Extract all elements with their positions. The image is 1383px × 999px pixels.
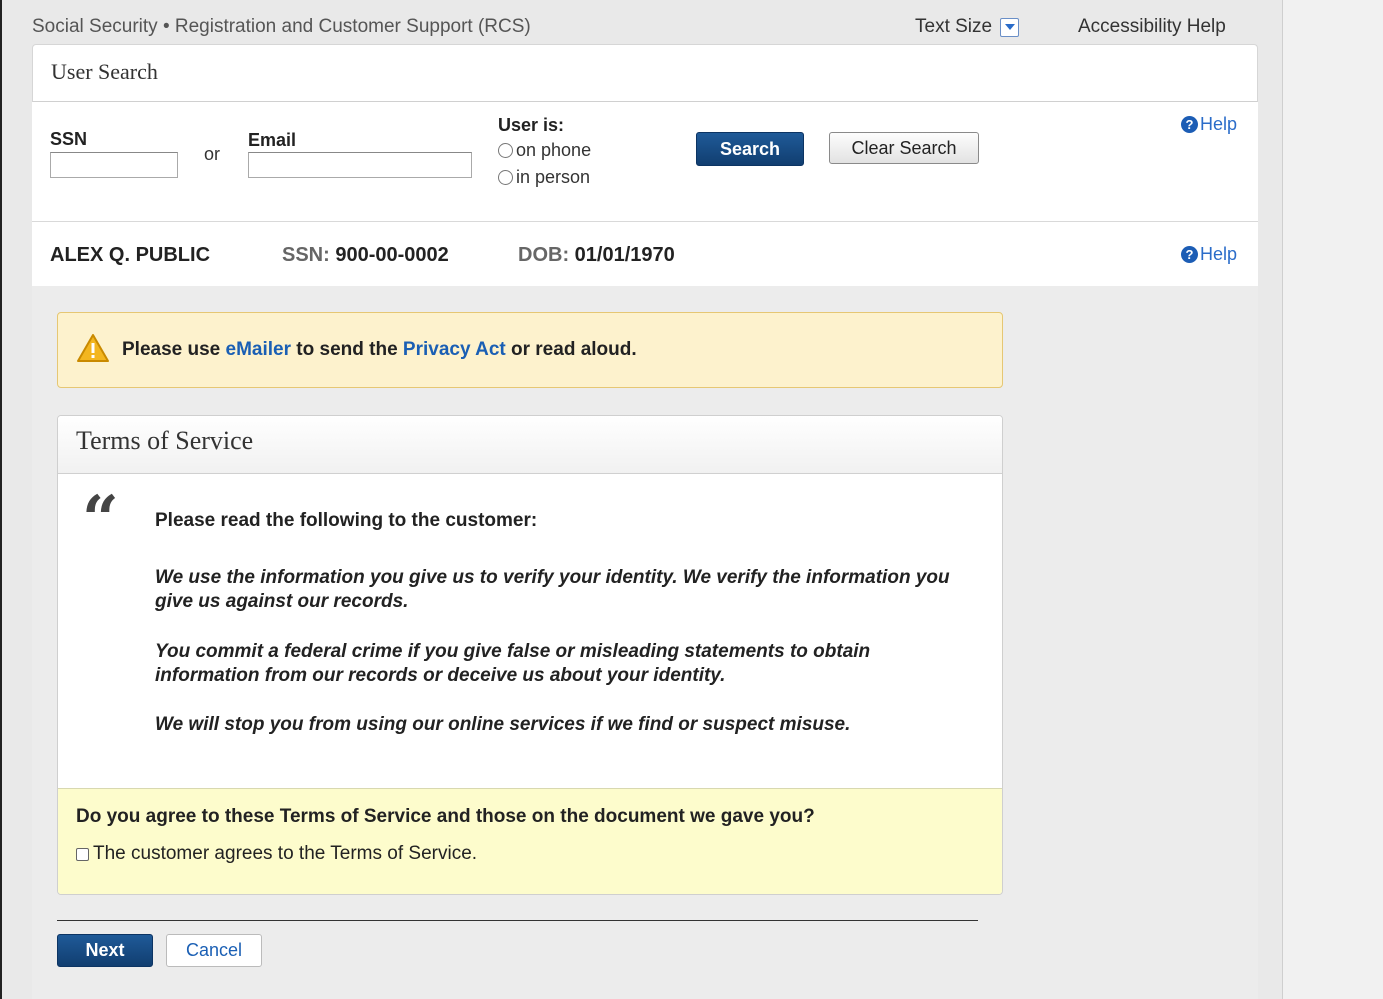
tos-header: Terms of Service <box>58 416 1002 474</box>
top-bar: Social Security • Registration and Custo… <box>2 0 1282 44</box>
quote-icon: “ <box>82 482 119 557</box>
help-icon: ? <box>1181 246 1198 263</box>
tos-lead: Please read the following to the custome… <box>155 510 538 531</box>
privacy-alert: Please use eMailer to send the Privacy A… <box>57 312 1003 388</box>
terms-of-service-panel: Terms of Service “ Please read the follo… <box>57 415 1003 895</box>
customer-name: ALEX Q. PUBLIC <box>50 244 211 266</box>
right-gutter <box>1282 0 1383 999</box>
email-label: Email <box>248 130 297 150</box>
dob-label: DOB: <box>518 244 570 266</box>
agree-checkbox-label: The customer agrees to the Terms of Serv… <box>93 843 478 864</box>
search-button[interactable]: Search <box>696 132 804 166</box>
app-title: Social Security • Registration and Custo… <box>32 16 531 37</box>
ssn-label: SSN <box>50 129 88 149</box>
help-label: Help <box>1200 244 1238 264</box>
radio-button[interactable] <box>498 143 513 158</box>
radio-on-phone[interactable]: on phone <box>498 140 591 161</box>
ssn-label: SSN: <box>282 244 330 266</box>
ssn-value: 900-00-0002 <box>335 244 449 266</box>
radio-button[interactable] <box>498 170 513 185</box>
privacy-act-link[interactable]: Privacy Act <box>403 339 506 360</box>
user-search-title: User Search <box>51 59 158 84</box>
agreement-box: Do you agree to these Terms of Service a… <box>58 788 1002 894</box>
radio-on-phone-label: on phone <box>516 140 592 160</box>
help-label: Help <box>1200 114 1238 134</box>
user-is-label: User is: <box>498 115 565 135</box>
help-icon: ? <box>1181 116 1198 133</box>
alert-message: Please use eMailer to send the Privacy A… <box>122 339 637 361</box>
customer-help-link[interactable]: ? Help <box>1181 244 1237 265</box>
text-size-label: Text Size <box>915 16 993 37</box>
customer-dob: DOB: 01/01/1970 <box>518 244 675 267</box>
ssn-input[interactable] <box>50 152 178 178</box>
email-input[interactable] <box>248 152 472 178</box>
agree-checkbox-row[interactable]: The customer agrees to the Terms of Serv… <box>76 843 477 865</box>
or-label: or <box>204 144 221 164</box>
agree-checkbox[interactable] <box>76 847 89 861</box>
alert-text-mid: to send the <box>291 339 403 360</box>
alert-text-pre: Please use <box>122 339 226 360</box>
customer-ssn: SSN: 900-00-0002 <box>282 244 449 267</box>
content-area: Please use eMailer to send the Privacy A… <box>32 286 1258 999</box>
emailer-link[interactable]: eMailer <box>226 339 291 360</box>
tos-paragraph-3: We will stop you from using our online s… <box>155 714 851 735</box>
clear-search-button[interactable]: Clear Search <box>829 132 979 164</box>
warning-icon <box>76 333 110 368</box>
search-help-link[interactable]: ? Help <box>1181 114 1237 135</box>
radio-in-person[interactable]: in person <box>498 167 590 188</box>
dob-value: 01/01/1970 <box>574 244 675 266</box>
search-form: SSN or Email User is: on phone in person… <box>32 102 1258 222</box>
next-button[interactable]: Next <box>57 934 153 967</box>
tos-title: Terms of Service <box>76 426 254 455</box>
tos-paragraph-1: We use the information you give us to ve… <box>155 567 950 612</box>
divider <box>57 920 978 921</box>
accessibility-help-link[interactable]: Accessibility Help <box>1078 16 1226 38</box>
tos-paragraph-2: You commit a federal crime if you give f… <box>155 641 871 686</box>
user-search-panel-header: User Search <box>32 44 1258 102</box>
agreement-question: Do you agree to these Terms of Service a… <box>76 806 815 827</box>
customer-info-bar: ALEX Q. PUBLIC SSN: 900-00-0002 DOB: 01/… <box>32 222 1258 286</box>
alert-text-post: or read aloud. <box>505 339 637 360</box>
radio-in-person-label: in person <box>516 167 591 187</box>
text-size-control[interactable]: Text Size <box>915 16 1020 38</box>
cancel-button[interactable]: Cancel <box>166 934 262 967</box>
dropdown-icon[interactable] <box>1000 17 1020 37</box>
